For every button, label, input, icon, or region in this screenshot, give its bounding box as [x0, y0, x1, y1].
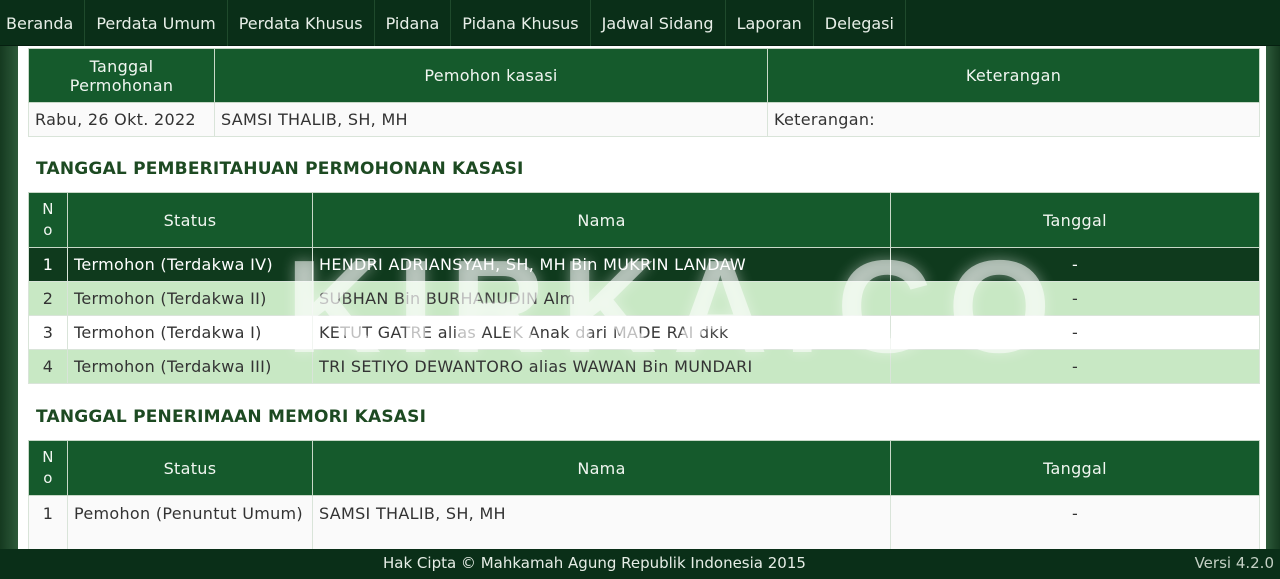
memori-table: N o Status Nama Tanggal 1 Pemohon (Penun… — [28, 440, 1260, 549]
version-text: Versi 4.2.0 — [1194, 554, 1274, 572]
nav-item-jadwal-sidang[interactable]: Jadwal Sidang — [591, 0, 726, 46]
nav-item-pidana[interactable]: Pidana — [375, 0, 452, 46]
column-header-nama: Nama — [312, 440, 891, 496]
top-navigation: Beranda Perdata Umum Perdata Khusus Pida… — [0, 0, 1280, 46]
nav-item-delegasi[interactable]: Delegasi — [814, 0, 906, 46]
cell-no: 3 — [28, 315, 68, 350]
cell-no: 1 — [28, 247, 68, 282]
column-header-status: Status — [67, 192, 313, 248]
table-row: Rabu, 26 Okt. 2022 SAMSI THALIB, SH, MH … — [28, 102, 1260, 137]
nav-item-perdata-khusus[interactable]: Perdata Khusus — [228, 0, 375, 46]
table-row: 4 Termohon (Terdakwa III) TRI SETIYO DEW… — [28, 349, 1260, 384]
cell-nama: HENDRI ADRIANSYAH, SH, MH Bin MUKRIN LAN… — [312, 247, 891, 282]
header-line: Tanggal — [89, 56, 154, 76]
cell-status: Termohon (Terdakwa II) — [67, 281, 313, 316]
cell-nama: SUBHAN Bin BURHANUDIN Alm — [312, 281, 891, 316]
table-header-row: N o Status Nama Tanggal — [28, 440, 1260, 496]
cell-tanggal: - — [890, 349, 1260, 384]
table-row: 3 Termohon (Terdakwa I) KETUT GATRE alia… — [28, 315, 1260, 350]
column-header-nama: Nama — [312, 192, 891, 248]
table-header-row: N o Status Nama Tanggal — [28, 192, 1260, 248]
column-header-keterangan: Keterangan — [767, 48, 1260, 103]
cell-pemohon: SAMSI THALIB, SH, MH — [214, 102, 768, 137]
cell-tanggal: - — [890, 247, 1260, 282]
permohonan-table: Tanggal Permohonan Pemohon kasasi Ketera… — [28, 48, 1260, 137]
pemberitahuan-table: N o Status Nama Tanggal 1 Termohon (Terd… — [28, 192, 1260, 384]
cell-tanggal: - — [890, 281, 1260, 316]
column-header-pemohon: Pemohon kasasi — [214, 48, 768, 103]
section-title-memori: TANGGAL PENERIMAAN MEMORI KASASI — [36, 407, 427, 427]
nav-item-laporan[interactable]: Laporan — [726, 0, 814, 46]
footer: Hak Cipta © Mahkamah Agung Republik Indo… — [0, 549, 1280, 579]
cell-no: 2 — [28, 281, 68, 316]
cell-no: 1 — [28, 495, 68, 549]
cell-status: Termohon (Terdakwa IV) — [67, 247, 313, 282]
cell-status: Termohon (Terdakwa I) — [67, 315, 313, 350]
cell-tanggal: - — [890, 495, 1260, 549]
cell-status: Pemohon (Penuntut Umum) — [67, 495, 313, 549]
cell-tanggal: - — [890, 315, 1260, 350]
main-content: Tanggal Permohonan Pemohon kasasi Ketera… — [0, 46, 1280, 549]
cell-nama: KETUT GATRE alias ALEK Anak dari MADE RA… — [312, 315, 891, 350]
right-edge — [1266, 46, 1280, 549]
cell-keterangan: Keterangan: — [767, 102, 1260, 137]
cell-nama: SAMSI THALIB, SH, MH — [312, 495, 891, 549]
copyright-text: Hak Cipta © Mahkamah Agung Republik Indo… — [383, 554, 806, 572]
header-line: Permohonan — [69, 75, 174, 95]
cell-status: Termohon (Terdakwa III) — [67, 349, 313, 384]
nav-item-pidana-khusus[interactable]: Pidana Khusus — [451, 0, 591, 46]
header-line: N — [42, 200, 54, 218]
column-header-status: Status — [67, 440, 313, 496]
table-row: 1 Pemohon (Penuntut Umum) SAMSI THALIB, … — [28, 495, 1260, 549]
cell-nama: TRI SETIYO DEWANTORO alias WAWAN Bin MUN… — [312, 349, 891, 384]
left-edge — [0, 46, 18, 549]
nav-item-beranda[interactable]: Beranda — [0, 0, 86, 46]
column-header-tanggal: Tanggal — [890, 440, 1260, 496]
header-line: o — [43, 469, 53, 487]
nav-item-perdata-umum[interactable]: Perdata Umum — [85, 0, 228, 46]
table-header-row: Tanggal Permohonan Pemohon kasasi Ketera… — [28, 48, 1260, 103]
column-header-tanggal: Tanggal — [890, 192, 1260, 248]
header-line: N — [42, 448, 54, 466]
table-row: 1 Termohon (Terdakwa IV) HENDRI ADRIANSY… — [28, 247, 1260, 282]
cell-no: 4 — [28, 349, 68, 384]
section-title-pemberitahuan: TANGGAL PEMBERITAHUAN PERMOHONAN KASASI — [36, 159, 524, 179]
column-header-no: N o — [28, 192, 68, 248]
cell-tanggal: Rabu, 26 Okt. 2022 — [28, 102, 215, 137]
header-line: o — [43, 221, 53, 239]
column-header-tanggal-permohonan: Tanggal Permohonan — [28, 48, 215, 103]
table-row: 2 Termohon (Terdakwa II) SUBHAN Bin BURH… — [28, 281, 1260, 316]
column-header-no: N o — [28, 440, 68, 496]
